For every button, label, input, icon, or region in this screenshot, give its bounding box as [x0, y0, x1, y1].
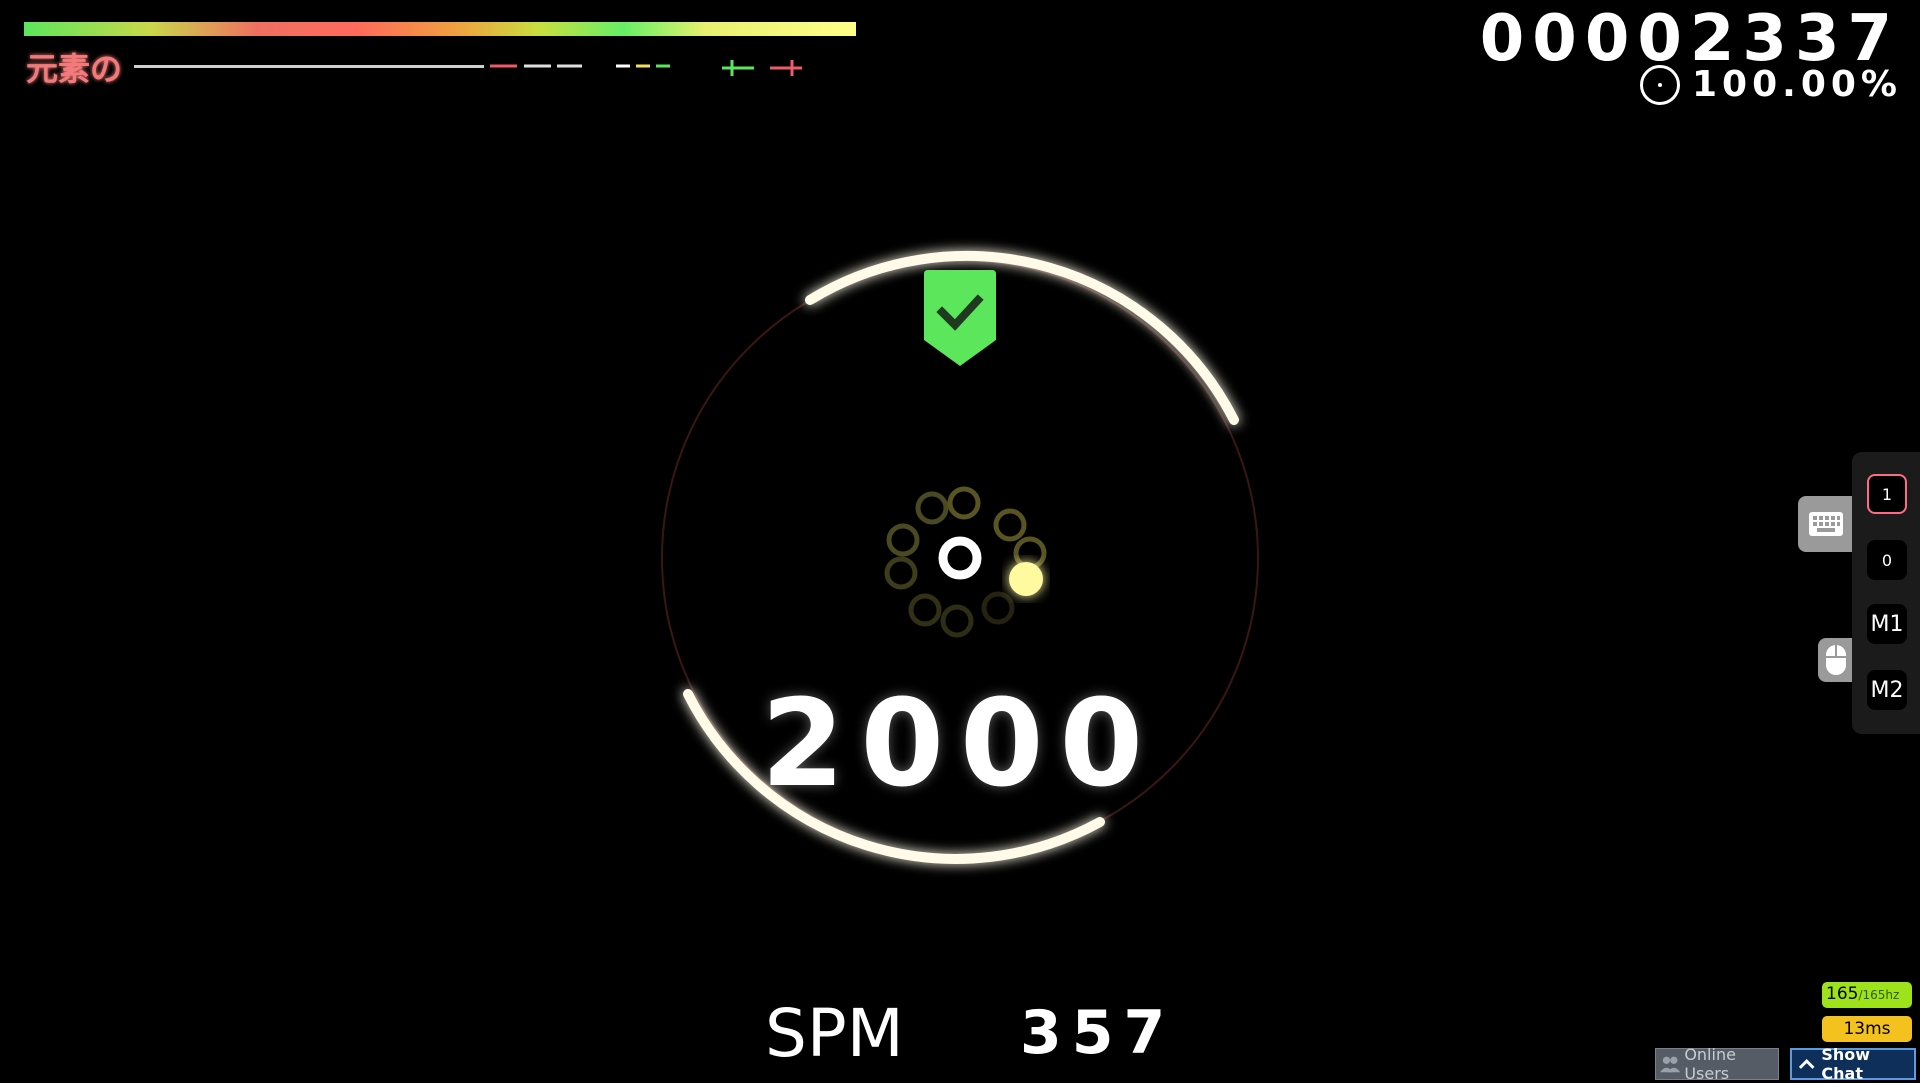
keyboard-icon — [1809, 512, 1843, 536]
spinner-bonus-score: 2000 — [761, 675, 1159, 814]
key-m1: M1 — [1867, 604, 1907, 644]
users-icon — [1660, 1056, 1681, 1073]
chevron-up-icon — [1798, 1059, 1815, 1069]
latency-counter: 13ms — [1822, 1016, 1912, 1042]
online-users-label: Online Users — [1684, 1045, 1736, 1083]
spinner-cursor-dot — [1009, 562, 1043, 596]
fps-value: 165 — [1826, 984, 1859, 1004]
key-overlay: 1 0 M1 M2 — [1852, 452, 1920, 734]
show-chat-label: Show Chat — [1821, 1045, 1871, 1083]
mouse-icon — [1826, 645, 1846, 675]
keyboard-overlay-tab[interactable] — [1798, 496, 1854, 552]
key-k1: 1 — [1867, 474, 1907, 514]
show-chat-button[interactable]: Show Chat — [1790, 1045, 1916, 1083]
spinner-arc-top — [805, 250, 1239, 425]
spinner[interactable] — [0, 0, 1920, 1080]
spm-value: 357 — [1020, 998, 1176, 1068]
mouse-overlay-tab[interactable] — [1818, 638, 1854, 682]
fps-max: /165hz — [1858, 988, 1900, 1002]
key-m2: M2 — [1867, 670, 1907, 710]
spm-label: SPM — [765, 995, 904, 1072]
key-k2: 0 — [1867, 540, 1907, 580]
spinner-center — [938, 536, 982, 580]
spinner-approach-dots — [884, 486, 1047, 638]
fps-counter: 165/165hz — [1822, 982, 1912, 1008]
online-users-button[interactable]: Online Users — [1655, 1045, 1779, 1083]
check-icon — [924, 270, 996, 366]
